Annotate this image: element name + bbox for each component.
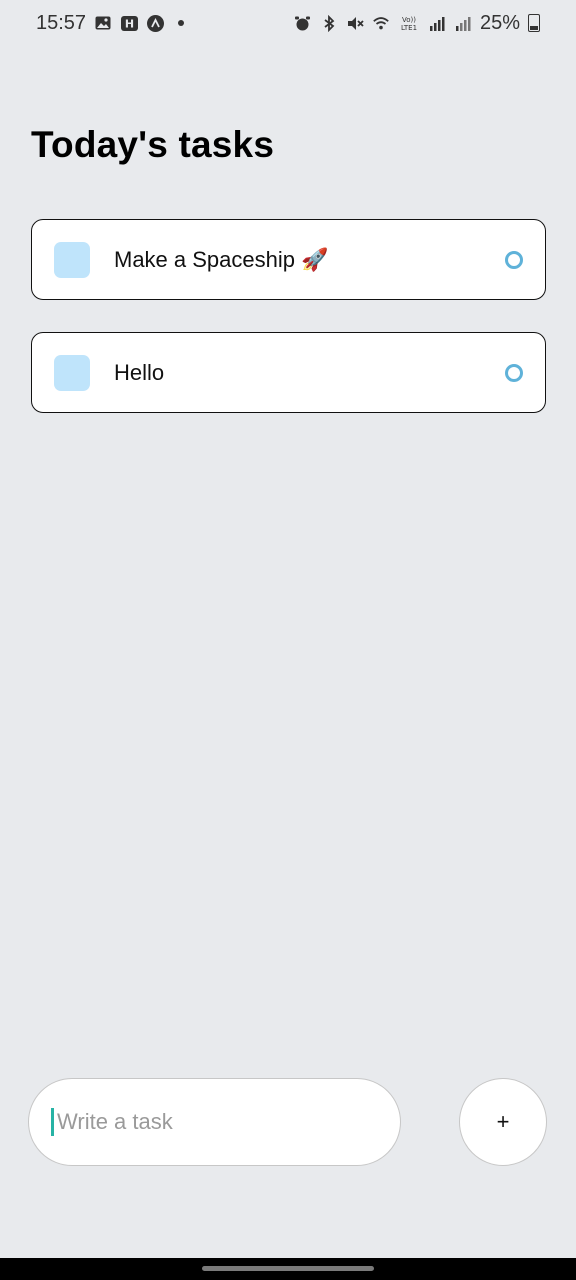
svg-text:Vo)): Vo)): [402, 16, 416, 24]
page-title: Today's tasks: [31, 124, 275, 165]
alarm-icon: [294, 14, 312, 32]
dot-icon: [178, 20, 185, 26]
status-left: 15:57 H: [36, 11, 185, 35]
alert-icon: [146, 14, 164, 32]
bluetooth-icon: [320, 14, 338, 32]
task-status-circle-icon[interactable]: [505, 363, 523, 382]
task-square-icon[interactable]: [54, 354, 90, 391]
mute-icon: [346, 14, 364, 32]
battery-icon: [528, 14, 540, 32]
svg-text:H: H: [124, 17, 133, 30]
h-badge-icon: H: [120, 14, 138, 32]
gallery-icon: [94, 14, 112, 32]
volte-icon: Vo)) LTE1: [398, 14, 420, 32]
task-input[interactable]: [55, 1108, 400, 1136]
task-status-circle-icon[interactable]: [505, 250, 523, 269]
task-item[interactable]: Make a Spaceship 🚀: [31, 219, 546, 300]
status-right: Vo)) LTE1 25%: [294, 12, 540, 35]
task-input-container[interactable]: [28, 1078, 401, 1166]
wifi-icon: [372, 14, 390, 32]
signal-icon: [428, 14, 446, 32]
task-item[interactable]: Hello: [31, 332, 546, 413]
status-time: 15:57: [36, 11, 87, 34]
status-bar: 15:57 H Vo)) LTE1 25%: [0, 0, 576, 46]
signal-icon-2: [454, 14, 472, 32]
text-caret: [51, 1108, 54, 1136]
svg-text:LTE1: LTE1: [401, 24, 417, 32]
add-task-button[interactable]: +: [459, 1078, 547, 1166]
task-square-icon[interactable]: [54, 241, 90, 278]
task-text: Make a Spaceship 🚀: [114, 246, 329, 272]
navigation-bar: [0, 1258, 576, 1280]
task-list: Make a Spaceship 🚀 Hello: [31, 219, 546, 445]
task-text: Hello: [114, 359, 165, 385]
home-handle[interactable]: [202, 1266, 374, 1271]
battery-percent: 25%: [479, 11, 520, 34]
